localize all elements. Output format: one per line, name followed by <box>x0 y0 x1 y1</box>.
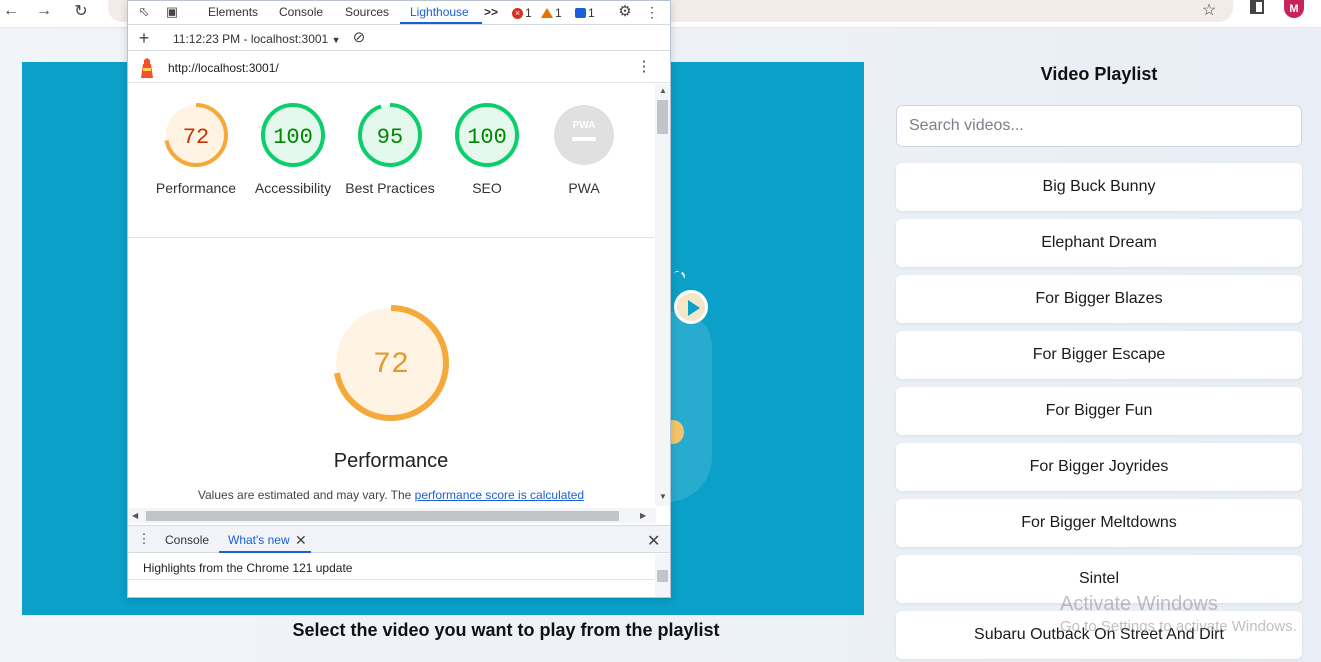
message-count-value: 1 <box>588 6 595 20</box>
play-icon[interactable] <box>674 290 708 324</box>
report-selector-label: 11:12:23 PM - localhost:3001 <box>173 32 329 46</box>
video-caption: Select the video you want to play from t… <box>292 620 720 640</box>
drawer-active-indicator <box>219 551 311 553</box>
report-url: http://localhost:3001/ <box>168 61 279 75</box>
gauge-score: 100 <box>273 125 313 150</box>
drawer-scrollbar-thumb[interactable] <box>657 570 668 582</box>
close-tab-icon[interactable]: ✕ <box>295 532 307 549</box>
search-input[interactable] <box>896 105 1302 147</box>
more-tabs-icon[interactable]: >> <box>484 5 498 19</box>
drawer-tabbar: ⋮ Console What's new ✕ ✕ <box>128 525 670 553</box>
gauge-label: Accessibility <box>254 180 332 196</box>
gauge-ring: 100 <box>261 103 325 167</box>
playlist: Big Buck Bunny Elephant Dream For Bigger B… <box>896 163 1302 662</box>
tab-lighthouse[interactable]: Lighthouse <box>410 5 469 19</box>
warning-count[interactable]: 1 <box>541 6 562 20</box>
performance-note-text: Values are estimated and may vary. The <box>197 488 415 502</box>
gauge-score: 100 <box>467 125 507 150</box>
error-count[interactable]: × 1 <box>512 6 532 20</box>
tab-elements[interactable]: Elements <box>208 5 258 19</box>
horizontal-scrollbar-thumb[interactable] <box>146 511 619 521</box>
error-icon: × <box>512 7 523 19</box>
report-menu-icon[interactable]: ⋮ <box>636 59 652 75</box>
whats-new-headline[interactable]: Highlights from the Chrome 121 update <box>143 561 352 575</box>
gauge-score: 95 <box>377 125 403 150</box>
gauge-seo[interactable]: 100 SEO <box>441 102 533 198</box>
side-panel-icon[interactable] <box>1250 0 1264 14</box>
gauge-performance[interactable]: 72 Performance <box>150 102 242 198</box>
drawer-scrollbar[interactable] <box>655 554 670 597</box>
playlist-item[interactable]: For Bigger Blazes <box>896 275 1302 323</box>
gauge-ring: 95 <box>358 103 422 167</box>
profile-avatar[interactable]: M <box>1284 0 1304 18</box>
star-icon[interactable]: ☆ <box>1198 0 1220 20</box>
devtools-tabbar: ⬁ ▣ Elements Console Sources Lighthouse … <box>128 1 670 25</box>
scrollbar-thumb[interactable] <box>657 100 668 134</box>
gauge-accessibility[interactable]: 100 Accessibility <box>247 102 339 198</box>
performance-score-link[interactable]: performance score is calculated <box>415 488 584 502</box>
pwa-badge-text: PWA <box>573 120 596 131</box>
performance-big-score: 72 <box>373 348 409 382</box>
lighthouse-logo-icon <box>141 58 153 78</box>
performance-heading: Performance <box>333 450 449 472</box>
gauge-label: Best Practices <box>345 180 435 196</box>
error-count-value: 1 <box>525 6 532 20</box>
playlist-item[interactable]: Big Buck Bunny <box>896 163 1302 211</box>
scroll-left-icon[interactable]: ◀ <box>132 511 138 520</box>
message-count[interactable]: 1 <box>575 6 595 20</box>
tab-console[interactable]: Console <box>279 5 323 19</box>
gauge-best-practices[interactable]: 95 Best Practices <box>344 102 436 198</box>
gauge-pwa[interactable]: PWA PWA <box>538 102 630 198</box>
tab-sources[interactable]: Sources <box>345 5 389 19</box>
playlist-item[interactable]: For Bigger Meltdowns <box>896 499 1302 547</box>
device-toolbar-icon[interactable]: ▣ <box>164 4 180 20</box>
report-horizontal-scrollbar[interactable]: ◀ ▶ <box>128 508 656 523</box>
plus-icon[interactable]: + <box>136 29 152 47</box>
pwa-dash-icon <box>572 137 596 141</box>
playlist-item[interactable]: Subaru Outback On Street And Dirt <box>896 611 1302 659</box>
gauge-ring: PWA <box>554 105 614 165</box>
performance-big-gauge: 72 <box>333 305 449 421</box>
message-icon <box>575 8 586 18</box>
gauge-label: SEO <box>472 180 502 196</box>
scroll-down-icon[interactable]: ▼ <box>659 492 667 501</box>
forward-icon[interactable]: → <box>33 0 55 22</box>
gauge-score: 72 <box>183 125 209 150</box>
gauge-label: PWA <box>568 180 600 196</box>
drawer-tab-console[interactable]: Console <box>165 533 209 547</box>
report-header: http://localhost:3001/ ⋮ <box>128 52 670 83</box>
gear-icon[interactable]: ⚙ <box>617 4 633 20</box>
drawer-menu-icon[interactable]: ⋮ <box>136 531 152 547</box>
gauge-ring: 100 <box>455 103 519 167</box>
lighthouse-toolbar: + 11:12:23 PM - localhost:3001 ▼ ⊘ <box>128 26 670 51</box>
report-selector[interactable]: 11:12:23 PM - localhost:3001 ▼ <box>173 32 340 46</box>
whats-new-content: Highlights from the Chrome 121 update <box>128 554 654 580</box>
gauge-ring: 72 <box>164 103 228 167</box>
active-tab-indicator <box>400 22 482 24</box>
close-drawer-icon[interactable]: ✕ <box>647 531 660 551</box>
warning-icon <box>541 8 553 18</box>
scroll-right-icon[interactable]: ▶ <box>640 511 646 520</box>
clear-icon[interactable]: ⊘ <box>351 30 367 46</box>
devtools-panel: ⬁ ▣ Elements Console Sources Lighthouse … <box>127 0 671 598</box>
report-vertical-scrollbar[interactable]: ▲ ▼ <box>655 84 670 506</box>
lighthouse-report: 72 Performance 100 Accessibility 95 Best Prac… <box>128 84 654 509</box>
back-icon[interactable]: ← <box>0 0 22 22</box>
warning-count-value: 1 <box>555 6 562 20</box>
playlist-item[interactable]: For Bigger Fun <box>896 387 1302 435</box>
more-options-icon[interactable]: ⋮ <box>644 4 660 20</box>
reload-icon[interactable]: ↻ <box>70 0 92 22</box>
playlist-item[interactable]: For Bigger Escape <box>896 331 1302 379</box>
chevron-down-icon: ▼ <box>331 35 341 45</box>
playlist-item[interactable]: Sintel <box>896 555 1302 603</box>
playlist-item[interactable]: Elephant Dream <box>896 219 1302 267</box>
gauge-label: Performance <box>155 180 237 196</box>
score-gauges: 72 Performance 100 Accessibility 95 Best Prac… <box>128 84 654 238</box>
scroll-up-icon[interactable]: ▲ <box>659 86 667 95</box>
performance-note: Values are estimated and may vary. The p… <box>128 488 654 502</box>
playlist-title: Video Playlist <box>1040 64 1158 84</box>
drawer-tab-whats-new[interactable]: What's new <box>228 533 290 547</box>
inspect-element-icon[interactable]: ⬁ <box>136 4 152 20</box>
playlist-item[interactable]: For Bigger Joyrides <box>896 443 1302 491</box>
